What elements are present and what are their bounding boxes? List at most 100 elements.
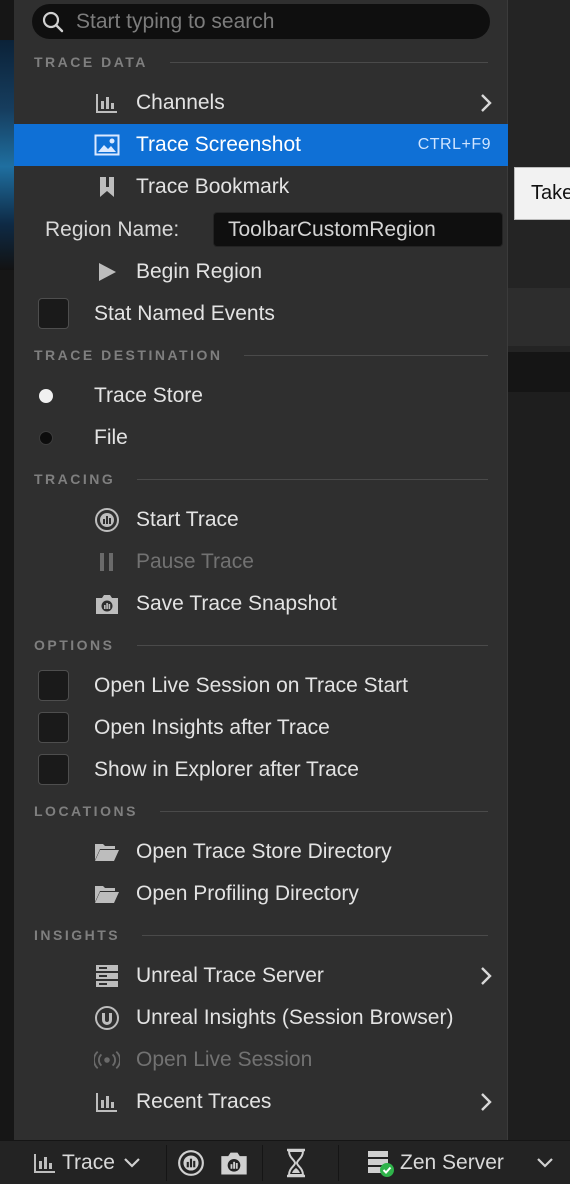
trace-dropdown-button[interactable]: Trace — [32, 1141, 141, 1184]
menu-item-open-live-session: Open Live Session — [14, 1039, 508, 1081]
menu-item-label: Stat Named Events — [94, 302, 275, 325]
editor-panel-band — [508, 352, 570, 392]
section-insights: INSIGHTS — [34, 925, 488, 945]
section-title: LOCATIONS — [34, 803, 138, 819]
toolbar-divider — [262, 1145, 263, 1181]
start-trace-icon — [94, 508, 120, 532]
menu-item-label: Start Trace — [136, 508, 239, 531]
zen-server-dropdown[interactable] — [536, 1141, 554, 1184]
menu-item-open-insights-after-trace[interactable]: Open Insights after Trace — [14, 707, 508, 749]
viewport-preview — [0, 40, 14, 270]
bookmark-icon — [94, 175, 120, 199]
start-trace-button[interactable] — [177, 1141, 205, 1184]
section-options: OPTIONS — [34, 635, 488, 655]
pause-icon — [94, 550, 120, 574]
camera-icon — [94, 592, 120, 616]
search-icon — [42, 11, 64, 32]
search-box[interactable] — [32, 4, 490, 39]
checkbox[interactable] — [38, 670, 69, 701]
toolbar-divider — [338, 1145, 339, 1181]
menu-item-recent-traces[interactable]: Recent Traces — [14, 1081, 508, 1123]
tooltip: Take — [514, 167, 570, 220]
chevron-right-icon — [480, 93, 492, 118]
menu-item-label: Show in Explorer after Trace — [94, 758, 359, 781]
region-name-input[interactable] — [213, 212, 503, 247]
menu-item-label: Trace Screenshot — [136, 133, 301, 156]
menu-item-label: Open Live Session on Trace Start — [94, 674, 409, 697]
menu-item-start-trace[interactable]: Start Trace — [14, 499, 508, 541]
menu-item-label: Trace Store — [94, 384, 203, 407]
menu-item-show-in-explorer[interactable]: Show in Explorer after Trace — [14, 749, 508, 791]
trace-label: Trace — [62, 1151, 115, 1174]
timing-button[interactable] — [284, 1141, 308, 1184]
menu-item-save-trace-snapshot[interactable]: Save Trace Snapshot — [14, 583, 508, 625]
chevron-down-icon — [537, 1158, 553, 1168]
section-trace-data: TRACE DATA — [34, 52, 488, 72]
play-icon — [94, 260, 120, 284]
menu-item-label: Unreal Trace Server — [136, 964, 324, 987]
trace-menu: TRACE DATA Channels Trace Screenshot CTR… — [14, 0, 508, 1140]
menu-item-label: Begin Region — [136, 260, 263, 283]
section-tracing: TRACING — [34, 469, 488, 489]
menu-item-trace-bookmark[interactable]: Trace Bookmark — [14, 166, 508, 208]
menu-item-unreal-trace-server[interactable]: Unreal Trace Server — [14, 955, 508, 997]
save-snapshot-button[interactable] — [219, 1141, 249, 1184]
checkbox[interactable] — [38, 712, 69, 743]
folder-open-icon — [94, 840, 120, 864]
section-title: TRACING — [34, 471, 116, 487]
menu-item-label: Open Trace Store Directory — [136, 840, 392, 863]
shortcut-label: CTRL+F9 — [417, 136, 491, 153]
menu-item-open-live-session-on-start[interactable]: Open Live Session on Trace Start — [14, 665, 508, 707]
radio-selected[interactable] — [39, 389, 53, 403]
section-title: OPTIONS — [34, 637, 115, 653]
radio-unselected[interactable] — [39, 431, 53, 445]
status-toolbar: Trace Zen Server — [0, 1140, 570, 1184]
menu-item-file[interactable]: File — [14, 417, 508, 459]
menu-item-label: Pause Trace — [136, 550, 254, 573]
menu-item-label: Trace Bookmark — [136, 175, 290, 198]
start-trace-icon — [178, 1150, 204, 1176]
menu-item-label: File — [94, 426, 128, 449]
menu-item-label: Open Profiling Directory — [136, 882, 359, 905]
divider — [244, 354, 488, 356]
menu-item-pause-trace: Pause Trace — [14, 541, 508, 583]
chevron-right-icon — [480, 1092, 492, 1117]
menu-item-open-profiling-directory[interactable]: Open Profiling Directory — [14, 873, 508, 915]
checkbox[interactable] — [38, 754, 69, 785]
menu-item-open-trace-store-directory[interactable]: Open Trace Store Directory — [14, 831, 508, 873]
editor-panel-band — [508, 392, 570, 1140]
section-title: TRACE DATA — [34, 54, 148, 70]
broadcast-icon — [94, 1048, 120, 1072]
menu-item-label: Channels — [136, 91, 225, 114]
menu-item-label: Recent Traces — [136, 1090, 272, 1113]
editor-panel-band — [508, 288, 570, 346]
menu-item-channels[interactable]: Channels — [14, 82, 508, 124]
menu-item-begin-region[interactable]: Begin Region — [14, 251, 508, 293]
divider — [142, 934, 488, 936]
menu-item-trace-store[interactable]: Trace Store — [14, 375, 508, 417]
zen-server-label: Zen Server — [400, 1151, 504, 1174]
menu-item-trace-screenshot[interactable]: Trace Screenshot CTRL+F9 — [14, 124, 508, 166]
chevron-right-icon — [480, 966, 492, 991]
toolbar-divider — [166, 1145, 167, 1181]
screenshot-icon — [94, 133, 120, 157]
divider — [136, 644, 488, 646]
menu-item-label: Open Insights after Trace — [94, 716, 330, 739]
search-input[interactable] — [76, 9, 476, 34]
camera-icon — [221, 1152, 247, 1175]
section-title: INSIGHTS — [34, 927, 121, 943]
zen-server-button[interactable]: Zen Server — [366, 1141, 504, 1184]
hourglass-icon — [287, 1148, 305, 1178]
divider — [169, 61, 488, 63]
chart-icon — [94, 1090, 120, 1114]
menu-item-label: Save Trace Snapshot — [136, 592, 337, 615]
divider — [159, 810, 488, 812]
checkbox[interactable] — [38, 298, 69, 329]
chart-icon — [94, 91, 120, 115]
section-trace-destination: TRACE DESTINATION — [34, 345, 488, 365]
menu-item-unreal-insights[interactable]: Unreal Insights (Session Browser) — [14, 997, 508, 1039]
chevron-down-icon — [124, 1158, 140, 1168]
chart-icon — [34, 1154, 55, 1173]
menu-item-stat-named-events[interactable]: Stat Named Events — [14, 293, 508, 335]
section-locations: LOCATIONS — [34, 801, 488, 821]
